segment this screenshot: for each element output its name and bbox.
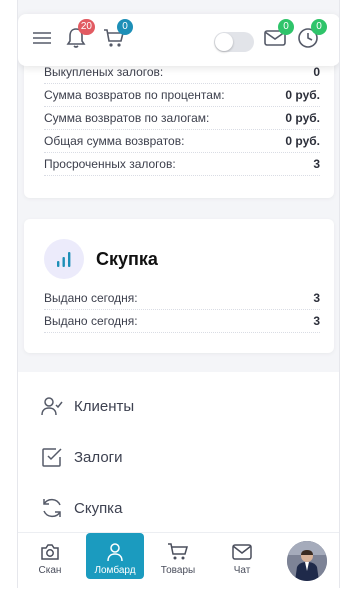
stat-label: Сумма возвратов по залогам: <box>44 111 210 125</box>
buyout-row: Выдано сегодня: 3 <box>44 287 320 310</box>
nav-label: Чат <box>233 565 251 576</box>
user-icon <box>104 541 126 563</box>
menu-item-pawns[interactable]: Залоги <box>40 442 123 472</box>
user-check-icon <box>40 394 64 418</box>
stat-row: Просроченных залогов: 3 <box>44 153 320 176</box>
buyout-label: Выдано сегодня: <box>44 291 138 305</box>
camera-icon <box>39 541 61 563</box>
nav-item-goods[interactable]: Товары <box>150 533 206 588</box>
stat-label: Просроченных залогов: <box>44 157 176 171</box>
nav-item-chat[interactable]: Чат <box>214 533 270 588</box>
mail-icon[interactable]: 0 <box>263 19 294 50</box>
notifications-badge: 20 <box>77 19 95 35</box>
stat-value: 0 руб. <box>285 134 320 148</box>
cart-icon <box>167 541 189 563</box>
stat-label: Сумма возвратов по процентам: <box>44 88 225 102</box>
bell-icon[interactable]: 20 <box>64 19 95 50</box>
clock-icon[interactable]: 0 <box>296 19 327 50</box>
buyout-row: Выдано сегодня: 3 <box>44 310 320 333</box>
bar-chart-icon <box>44 239 84 279</box>
app-frame: 20 0 0 0 Выкупленых залогов: 0 Сумма воз… <box>17 0 340 588</box>
menu-item-buyout[interactable]: Скупка <box>40 493 122 523</box>
nav-label: Ломбард <box>94 565 136 576</box>
mail-badge: 0 <box>278 19 294 35</box>
stat-value: 0 <box>313 65 320 79</box>
bottom-nav: Скан Ломбард Товары Чат <box>18 532 339 588</box>
buyout-header: Скупка <box>44 239 158 279</box>
stat-row: Сумма возвратов по залогам: 0 руб. <box>44 107 320 130</box>
nav-item-pawnshop[interactable]: Ломбард <box>86 533 144 579</box>
stat-label: Общая сумма возвратов: <box>44 134 185 148</box>
menu-icon[interactable] <box>30 26 54 50</box>
mail-icon <box>231 541 253 563</box>
checkbox-icon <box>40 445 64 469</box>
toggle-knob <box>215 33 233 51</box>
stat-value: 0 руб. <box>285 111 320 125</box>
side-menu: Клиенты Залоги Скупка <box>18 372 339 532</box>
buyout-title: Скупка <box>96 248 158 269</box>
stat-row: Сумма возвратов по процентам: 0 руб. <box>44 84 320 107</box>
menu-label: Скупка <box>74 499 123 517</box>
avatar[interactable] <box>287 541 327 581</box>
buyout-card: Скупка Выдано сегодня: 3 Выдано сегодня:… <box>24 219 334 353</box>
nav-label: Скан <box>38 565 62 576</box>
cart-badge: 0 <box>117 19 133 35</box>
history-badge: 0 <box>311 19 327 35</box>
menu-label: Клиенты <box>74 397 135 415</box>
nav-item-scan[interactable]: Скан <box>22 533 78 588</box>
stat-label: Выкупленых залогов: <box>44 65 164 79</box>
refresh-icon <box>40 496 64 520</box>
stat-value: 3 <box>313 157 320 171</box>
top-header: 20 0 0 0 <box>18 14 339 66</box>
theme-toggle[interactable] <box>214 32 254 52</box>
buyout-value: 3 <box>313 291 320 305</box>
nav-label: Товары <box>160 565 196 576</box>
cart-icon[interactable]: 0 <box>102 19 133 50</box>
stat-value: 0 руб. <box>285 88 320 102</box>
stat-row: Общая сумма возвратов: 0 руб. <box>44 130 320 153</box>
menu-item-clients[interactable]: Клиенты <box>40 391 134 421</box>
buyout-label: Выдано сегодня: <box>44 314 138 328</box>
menu-label: Залоги <box>74 448 123 466</box>
buyout-value: 3 <box>313 314 320 328</box>
